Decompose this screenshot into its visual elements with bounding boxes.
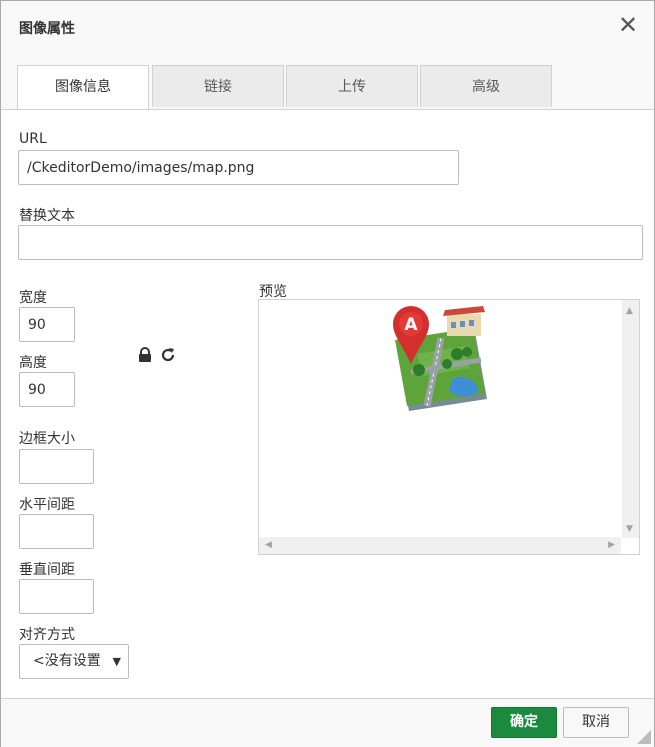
svg-text:A: A [404, 315, 418, 335]
border-label: 边框大小 [19, 431, 75, 447]
dialog-footer: 确定 取消 [1, 698, 654, 747]
chevron-down-icon: ▼ [112, 655, 121, 668]
alt-text-label: 替换文本 [19, 208, 75, 224]
close-icon[interactable]: ✕ [616, 13, 640, 37]
preview-label: 预览 [259, 284, 287, 300]
align-selected-value: <没有设置 [33, 653, 101, 669]
tab-image-info[interactable]: 图像信息 [17, 65, 149, 109]
scroll-up-icon[interactable]: ▲ [626, 306, 633, 316]
ok-button[interactable]: 确定 [491, 707, 557, 738]
scroll-right-icon[interactable]: ▶ [608, 540, 615, 550]
reset-size-icon[interactable] [160, 347, 176, 363]
url-input[interactable] [18, 150, 459, 185]
image-properties-dialog: 图像属性 ✕ 图像信息 链接 上传 高级 URL 替换文本 宽度 高度 边框大小… [0, 0, 655, 747]
align-select[interactable]: <没有设置 ▼ [19, 644, 129, 679]
hspace-label: 水平间距 [19, 497, 75, 513]
alt-text-input[interactable] [18, 225, 643, 260]
preview-vertical-scrollbar[interactable]: ▲ ▼ [622, 300, 639, 538]
url-label: URL [19, 131, 47, 147]
cancel-button[interactable]: 取消 [563, 707, 629, 738]
preview-horizontal-scrollbar[interactable]: ◀ ▶ [259, 537, 621, 554]
scroll-left-icon[interactable]: ◀ [265, 540, 272, 550]
map-pin-icon: A [393, 306, 487, 411]
height-label: 高度 [19, 355, 47, 371]
resize-grip-icon[interactable] [637, 730, 651, 744]
tab-bar: 图像信息 链接 上传 高级 [1, 53, 654, 110]
scroll-down-icon[interactable]: ▼ [626, 524, 633, 534]
tab-upload[interactable]: 上传 [286, 65, 418, 107]
border-input[interactable] [19, 449, 94, 484]
dialog-titlebar[interactable]: 图像属性 ✕ [1, 1, 654, 54]
dialog-title: 图像属性 [19, 21, 75, 37]
preview-area[interactable]: A ▲ ▼ ◀ ▶ [258, 299, 640, 555]
width-input[interactable] [19, 307, 75, 342]
vspace-input[interactable] [19, 579, 94, 614]
tab-link[interactable]: 链接 [152, 65, 284, 107]
lock-ratio-icon[interactable] [137, 347, 153, 363]
height-input[interactable] [19, 372, 75, 407]
width-label: 宽度 [19, 290, 47, 306]
vspace-label: 垂直间距 [19, 562, 75, 578]
hspace-input[interactable] [19, 514, 94, 549]
tab-advanced[interactable]: 高级 [420, 65, 552, 107]
align-label: 对齐方式 [19, 627, 75, 643]
